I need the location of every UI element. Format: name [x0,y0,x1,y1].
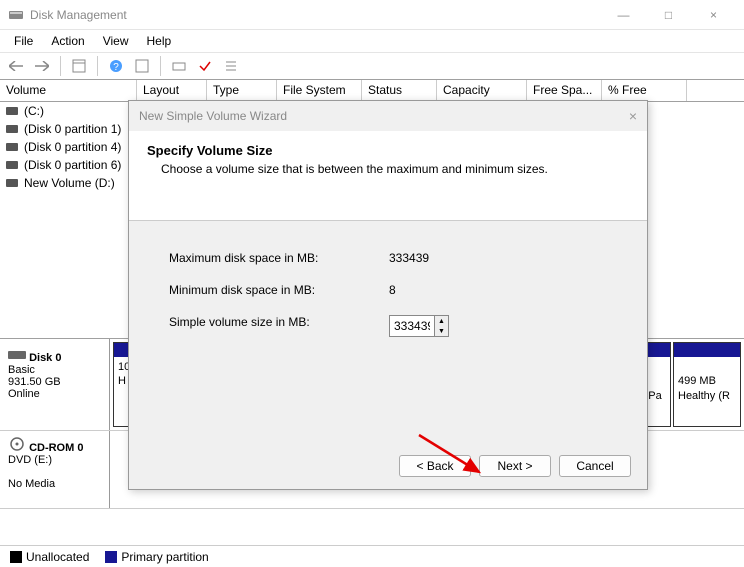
col-status[interactable]: Status [362,80,437,101]
menu-file[interactable]: File [6,32,41,50]
next-button[interactable]: Next > [479,455,551,477]
volume-size-spinner[interactable]: ▲ ▼ [389,315,449,337]
refresh-icon[interactable] [132,56,152,76]
wizard-header: Specify Volume Size Choose a volume size… [129,131,647,221]
col-extra [687,80,744,101]
column-headers: Volume Layout Type File System Status Ca… [0,80,744,102]
forward-icon[interactable] [32,56,52,76]
wizard-heading: Specify Volume Size [147,143,629,158]
col-type[interactable]: Type [207,80,277,101]
minimize-button[interactable]: — [601,0,646,30]
wizard-subheading: Choose a volume size that is between the… [161,162,629,176]
volume-size-label: Simple volume size in MB: [169,315,389,337]
volume-name: (Disk 0 partition 4) [24,140,121,154]
show-hide-icon[interactable] [69,56,89,76]
help-icon[interactable]: ? [106,56,126,76]
min-space-value: 8 [389,283,396,297]
maximize-button[interactable]: □ [646,0,691,30]
volume-name: (C:) [24,104,44,118]
max-space-label: Maximum disk space in MB: [169,251,389,265]
volume-icon [6,179,18,187]
svg-text:?: ? [113,62,119,73]
menu-help[interactable]: Help [139,32,180,50]
wizard-titlebar: New Simple Volume Wizard × [129,101,647,131]
disk-info[interactable]: Disk 0 Basic 931.50 GB Online [0,339,110,430]
cdrom-name: CD-ROM 0 [29,442,83,454]
wizard-buttons: < Back Next > Cancel [399,455,631,477]
spinner-up-icon[interactable]: ▲ [435,316,448,326]
close-button[interactable]: × [691,0,736,30]
cdrom-icon [8,437,26,451]
legend-unallocated: Unallocated [10,550,89,564]
back-button[interactable]: < Back [399,455,471,477]
toolbar: ? [0,52,744,80]
check-icon[interactable] [195,56,215,76]
volume-icon [6,125,18,133]
volume-icon [6,161,18,169]
wizard-close-button[interactable]: × [629,108,637,124]
legend-primary: Primary partition [105,550,208,564]
cdrom-info[interactable]: CD-ROM 0 DVD (E:) No Media [0,431,110,508]
titlebar: Disk Management — □ × [0,0,744,30]
volume-name: New Volume (D:) [24,176,115,190]
menu-view[interactable]: View [95,32,137,50]
col-filesystem[interactable]: File System [277,80,362,101]
legend: Unallocated Primary partition [0,545,744,567]
col-freespace[interactable]: Free Spa... [527,80,602,101]
col-capacity[interactable]: Capacity [437,80,527,101]
volume-name: (Disk 0 partition 1) [24,122,121,136]
volume-icon [6,107,18,115]
cdrom-status: No Media [8,478,55,490]
wizard-title: New Simple Volume Wizard [139,109,287,123]
disk-mgmt-icon [8,7,24,23]
menubar: File Action View Help [0,30,744,52]
wizard-dialog: New Simple Volume Wizard × Specify Volum… [128,100,648,490]
col-pctfree[interactable]: % Free [602,80,687,101]
max-space-value: 333439 [389,251,429,265]
col-volume[interactable]: Volume [0,80,137,101]
disk-name: Disk 0 [29,352,61,364]
partition[interactable]: 499 MBHealthy (R [673,342,741,427]
volume-size-input[interactable] [390,316,434,336]
menu-action[interactable]: Action [43,32,92,50]
settings-icon[interactable] [169,56,189,76]
cdrom-drive: DVD (E:) [8,454,52,466]
disk-icon [8,349,26,361]
volume-icon [6,143,18,151]
disk-size: 931.50 GB [8,376,61,388]
spinner-down-icon[interactable]: ▼ [435,326,448,336]
col-layout[interactable]: Layout [137,80,207,101]
back-icon[interactable] [6,56,26,76]
disk-status: Online [8,388,40,400]
cancel-button[interactable]: Cancel [559,455,631,477]
min-space-label: Minimum disk space in MB: [169,283,389,297]
wizard-body: Maximum disk space in MB: 333439 Minimum… [129,221,647,421]
disk-type: Basic [8,364,35,376]
window-title: Disk Management [30,8,601,22]
list-icon[interactable] [221,56,241,76]
volume-name: (Disk 0 partition 6) [24,158,121,172]
